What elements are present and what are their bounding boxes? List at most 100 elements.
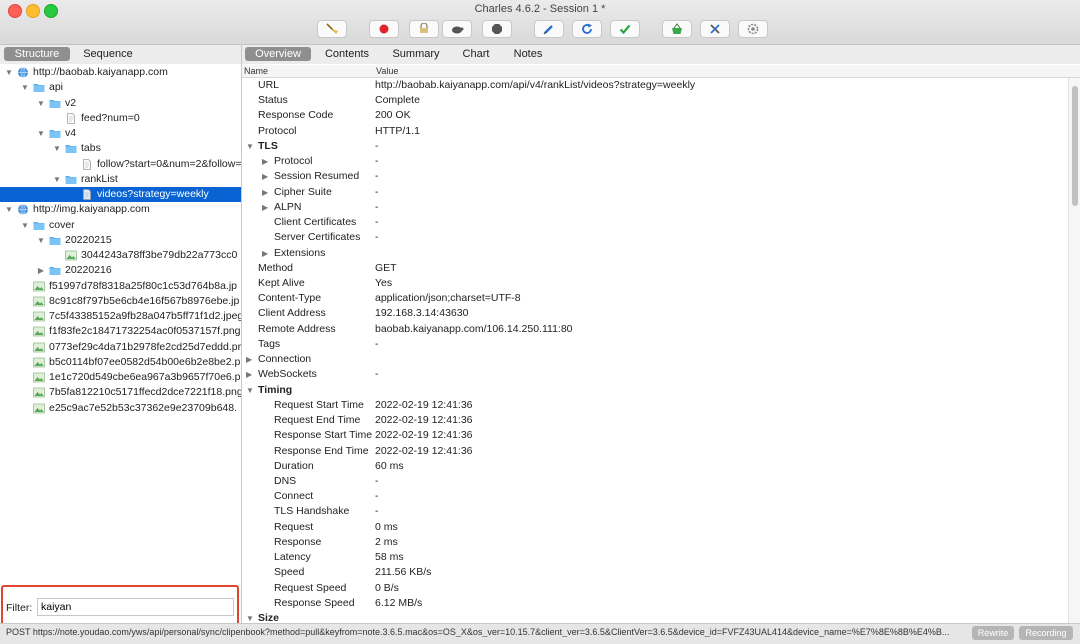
tree-item-image[interactable]: 1e1c720d549cbe6ea967a3b9657f70e6.p [0, 370, 241, 385]
overview-row[interactable]: ▼ Size [242, 611, 1068, 623]
overview-row[interactable]: DNS - [242, 474, 1068, 489]
overview-row[interactable]: Tags - [242, 337, 1068, 352]
tree-item-image[interactable]: 7b5fa812210c5171ffecd2dce7221f18.png? [0, 385, 241, 400]
overview-row[interactable]: ▶ WebSockets - [242, 367, 1068, 382]
overview-row[interactable]: Response Start Time 2022-02-19 12:41:36 [242, 428, 1068, 443]
tools-basket-button[interactable] [662, 20, 692, 38]
overview-row[interactable]: TLS Handshake - [242, 504, 1068, 519]
column-value-header[interactable]: Value [376, 65, 398, 77]
disclosure-open-icon[interactable]: ▼ [246, 611, 254, 623]
disclosure-closed-icon[interactable]: ▶ [262, 200, 270, 215]
disclosure-closed-icon[interactable]: ▶ [262, 154, 270, 169]
column-name-header[interactable]: Name [244, 65, 268, 77]
compose-button[interactable] [534, 20, 564, 38]
overview-row[interactable]: URL http://baobab.kaiyanapp.com/api/v4/ra… [242, 78, 1068, 93]
tab-contents[interactable]: Contents [317, 47, 377, 61]
tree-item-folder[interactable]: ▼ tabs [0, 141, 241, 156]
overview-row[interactable]: ▶ Protocol - [242, 154, 1068, 169]
settings-button[interactable] [738, 20, 768, 38]
tree-item-image[interactable]: e25c9ac7e52b53c37362e9e23709b648. [0, 401, 241, 416]
overview-row[interactable]: ▶ Session Resumed - [242, 169, 1068, 184]
overview-row[interactable]: Content-Type application/json;charset=UTF… [242, 291, 1068, 306]
overview-row[interactable]: Latency 58 ms [242, 550, 1068, 565]
disclosure-open-icon[interactable]: ▼ [37, 126, 45, 141]
overview-row[interactable]: Remote Address baobab.kaiyanapp.com/106.1… [242, 322, 1068, 337]
disclosure-closed-icon[interactable]: ▶ [262, 169, 270, 184]
disclosure-open-icon[interactable]: ▼ [246, 383, 254, 398]
disclosure-closed-icon[interactable]: ▶ [262, 185, 270, 200]
disclosure-open-icon[interactable]: ▼ [246, 139, 254, 154]
throttle-button[interactable] [409, 20, 439, 38]
disclosure-open-icon[interactable]: ▼ [37, 96, 45, 111]
overview-scrollbar[interactable] [1068, 78, 1080, 623]
disclosure-open-icon[interactable]: ▼ [53, 172, 61, 187]
validate-button[interactable] [610, 20, 640, 38]
tree-item-image[interactable]: 7c5f43385152a9fb28a047b5ff71f1d2.jpeg [0, 309, 241, 324]
tree-item-folder[interactable]: ▼ v2 [0, 96, 241, 111]
overview-row[interactable]: Request 0 ms [242, 520, 1068, 535]
breakpoints-button[interactable] [442, 20, 472, 38]
overview-row[interactable]: Request Speed 0 B/s [242, 581, 1068, 596]
tree-item-image[interactable]: 3044243a78ff3be79db22a773cc0 [0, 248, 241, 263]
tree-item-folder[interactable]: ▼ 20220215 [0, 233, 241, 248]
tab-overview[interactable]: Overview [245, 47, 311, 61]
disclosure-closed-icon[interactable]: ▶ [246, 367, 254, 382]
tree-item-folder[interactable]: ▼ cover [0, 218, 241, 233]
disclosure-open-icon[interactable]: ▼ [21, 80, 29, 95]
disclosure-closed-icon[interactable]: ▶ [246, 352, 254, 367]
overview-row[interactable]: Client Certificates - [242, 215, 1068, 230]
tree-item-folder[interactable]: ▶ 20220216 [0, 263, 241, 278]
overview-row[interactable]: Request End Time 2022-02-19 12:41:36 [242, 413, 1068, 428]
tab-sequence[interactable]: Sequence [74, 47, 142, 61]
disclosure-closed-icon[interactable]: ▶ [37, 263, 45, 278]
tab-chart[interactable]: Chart [454, 47, 498, 61]
overview-row[interactable]: ▶ ALPN - [242, 200, 1068, 215]
stop-button[interactable] [482, 20, 512, 38]
overview-row[interactable]: Response End Time 2022-02-19 12:41:36 [242, 444, 1068, 459]
overview-row[interactable]: ▼ Timing [242, 383, 1068, 398]
tab-summary[interactable]: Summary [385, 47, 447, 61]
overview-row[interactable]: ▶ Cipher Suite - [242, 185, 1068, 200]
tree-item-image[interactable]: 0773ef29c4da71b2978fe2cd25d7eddd.pr [0, 340, 241, 355]
disclosure-closed-icon[interactable]: ▶ [262, 246, 270, 261]
overview-row[interactable]: ▶ Extensions [242, 246, 1068, 261]
record-button[interactable] [369, 20, 399, 38]
tab-notes[interactable]: Notes [504, 47, 552, 61]
disclosure-open-icon[interactable]: ▼ [5, 65, 13, 80]
tree-item-folder[interactable]: ▼ rankList [0, 172, 241, 187]
overview-row[interactable]: Duration 60 ms [242, 459, 1068, 474]
tree-item-folder[interactable]: ▼ api [0, 80, 241, 95]
overview-row[interactable]: Response Speed 6.12 MB/s [242, 596, 1068, 611]
scrollbar-thumb[interactable] [1072, 86, 1078, 206]
tree-item-image[interactable]: 8c91c8f797b5e6cb4e16f567b8976ebe.jp [0, 294, 241, 309]
overview-row[interactable]: Speed 211.56 KB/s [242, 565, 1068, 580]
tab-structure[interactable]: Structure [4, 47, 70, 61]
overview-row[interactable]: Server Certificates - [242, 230, 1068, 245]
disclosure-open-icon[interactable]: ▼ [5, 202, 13, 217]
tree-item-folder[interactable]: ▼ v4 [0, 126, 241, 141]
overview-row[interactable]: Request Start Time 2022-02-19 12:41:36 [242, 398, 1068, 413]
overview-row[interactable]: Method GET [242, 261, 1068, 276]
overview-row[interactable]: Client Address 192.168.3.14:43630 [242, 306, 1068, 321]
tree-item-image[interactable]: b5c0114bf07ee0582d54b00e6b2e8be2.p [0, 355, 241, 370]
repeat-button[interactable] [572, 20, 602, 38]
recording-status-button[interactable]: Recording [1019, 626, 1073, 640]
disclosure-open-icon[interactable]: ▼ [53, 141, 61, 156]
tree-item-host[interactable]: ▼ http://img.kaiyanapp.com [0, 202, 241, 217]
tree-item-image[interactable]: f1f83fe2c18471732254ac0f0537157f.png [0, 324, 241, 339]
overview-row[interactable]: Kept Alive Yes [242, 276, 1068, 291]
overview-row[interactable]: Status Complete [242, 93, 1068, 108]
overview-row[interactable]: ▶ Connection [242, 352, 1068, 367]
disclosure-open-icon[interactable]: ▼ [37, 233, 45, 248]
tree-item-file[interactable]: follow?start=0&num=2&follow= [0, 157, 241, 172]
tree-item-file[interactable]: feed?num=0 [0, 111, 241, 126]
tools-button[interactable] [700, 20, 730, 38]
disclosure-open-icon[interactable]: ▼ [21, 218, 29, 233]
tree-item-file[interactable]: videos?strategy=weekly [0, 187, 241, 202]
tree-item-host[interactable]: ▼ http://baobab.kaiyanapp.com [0, 65, 241, 80]
tree-item-image[interactable]: f51997d78f8318a25f80c1c53d764b8a.jp [0, 279, 241, 294]
overview-row[interactable]: Response 2 ms [242, 535, 1068, 550]
rewrite-status-button[interactable]: Rewrite [972, 626, 1014, 640]
overview-row[interactable]: ▼ TLS - [242, 139, 1068, 154]
clear-session-button[interactable] [317, 20, 347, 38]
